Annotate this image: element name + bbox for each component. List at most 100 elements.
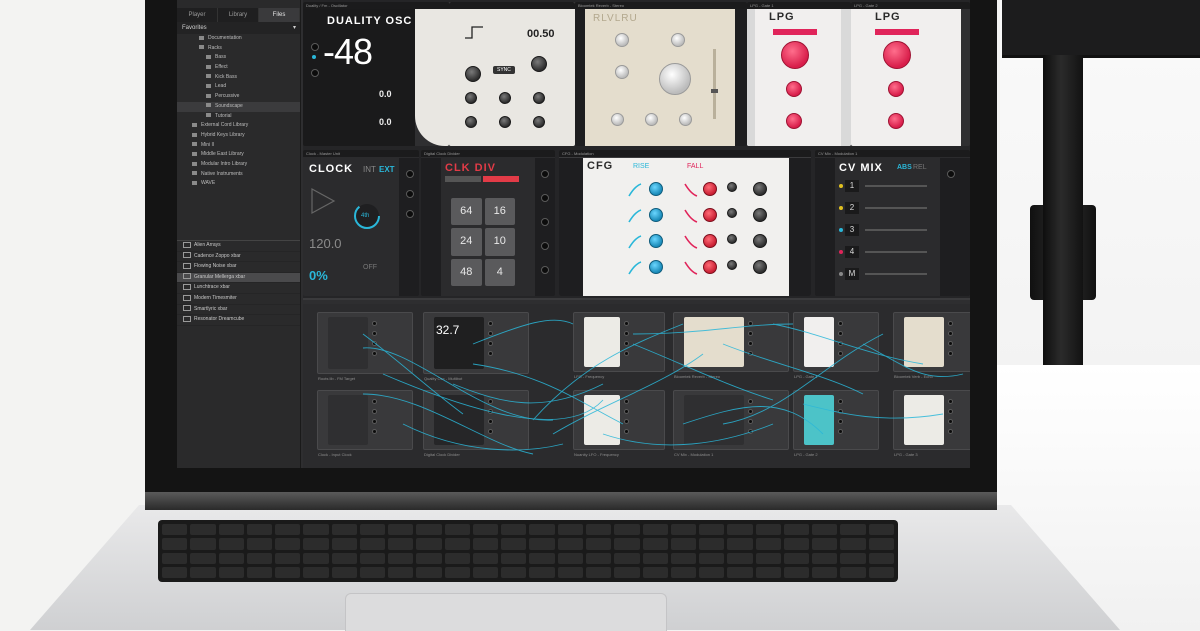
patch-port[interactable] bbox=[624, 341, 629, 346]
off-toggle[interactable]: OFF bbox=[363, 264, 377, 271]
patch-port[interactable] bbox=[372, 341, 377, 346]
resonance-knob[interactable] bbox=[786, 113, 802, 129]
module-clock-divider[interactable]: Digital Clock Divider CLK DIV 64 16 24 10 48… bbox=[421, 150, 555, 296]
decay-knob[interactable] bbox=[888, 81, 904, 97]
module-cfg[interactable]: CFG - Modulation CFG RISE FALL bbox=[559, 150, 811, 296]
cv-channel-slider[interactable] bbox=[865, 229, 927, 231]
output-jack[interactable] bbox=[406, 170, 414, 178]
patch-module[interactable]: Clock - Input Clock bbox=[317, 390, 413, 457]
output-jack[interactable] bbox=[541, 218, 549, 226]
preset-item[interactable]: Smartlyric xbar bbox=[177, 305, 300, 316]
tab-files[interactable]: Files bbox=[259, 8, 300, 22]
patch-port[interactable] bbox=[948, 341, 953, 346]
divider-pad[interactable]: 64 bbox=[451, 198, 482, 226]
patch-port[interactable] bbox=[624, 321, 629, 326]
module-cv-mix[interactable]: CV Mix - Modulation 1 CV MIX ABS REL 1 2 3… bbox=[815, 150, 970, 296]
level-knob[interactable] bbox=[883, 41, 911, 69]
patch-module[interactable]: Bloomtek Verb - Echo bbox=[893, 312, 970, 379]
favorites-header[interactable]: Favorites ▾ bbox=[177, 22, 300, 34]
int-toggle[interactable]: INT bbox=[363, 165, 376, 174]
module-lpg-1[interactable]: LPG - Gate 1 LPG bbox=[747, 2, 851, 146]
mode-badge[interactable] bbox=[483, 176, 519, 182]
preset-item[interactable]: Flowing Noise xbar bbox=[177, 262, 300, 273]
fall-time-knob[interactable] bbox=[703, 234, 717, 248]
patch-port[interactable] bbox=[624, 399, 629, 404]
divider-pad[interactable]: 16 bbox=[484, 198, 515, 226]
rel-toggle[interactable]: REL bbox=[913, 164, 927, 171]
feedback-knob[interactable] bbox=[659, 63, 691, 95]
patch-port[interactable] bbox=[838, 331, 843, 336]
rise-time-knob[interactable] bbox=[649, 182, 663, 196]
patch-port[interactable] bbox=[948, 399, 953, 404]
level-knob[interactable] bbox=[753, 234, 767, 248]
patch-port[interactable] bbox=[748, 321, 753, 326]
small-knob[interactable] bbox=[727, 260, 737, 270]
wet-slider-track[interactable] bbox=[713, 49, 716, 119]
cv-channel-slider[interactable] bbox=[865, 207, 927, 209]
offset-knob[interactable] bbox=[465, 116, 477, 128]
patch-port[interactable] bbox=[838, 419, 843, 424]
sync-button[interactable]: SYNC bbox=[493, 66, 515, 74]
level-knob[interactable] bbox=[753, 208, 767, 222]
patch-port[interactable] bbox=[488, 419, 493, 424]
tree-item[interactable]: Effect bbox=[177, 63, 300, 73]
patch-port[interactable] bbox=[748, 429, 753, 434]
fall-time-knob[interactable] bbox=[703, 260, 717, 274]
patch-port[interactable] bbox=[488, 351, 493, 356]
cv-channel-slider[interactable] bbox=[865, 185, 927, 187]
cv-channel-slider[interactable] bbox=[865, 273, 927, 275]
mode-badge[interactable] bbox=[773, 29, 817, 35]
cv-channel-slider[interactable] bbox=[865, 251, 927, 253]
play-icon[interactable] bbox=[309, 186, 337, 216]
patch-module[interactable]: LFO - Frequency bbox=[573, 312, 665, 379]
tree-item[interactable]: Hybrid Keys Library bbox=[177, 131, 300, 141]
preset-item[interactable]: Granular Mellerga xbar bbox=[177, 272, 300, 284]
chevron-down-icon[interactable]: ▾ bbox=[293, 22, 296, 34]
patch-port[interactable] bbox=[948, 409, 953, 414]
fm-knob[interactable] bbox=[465, 92, 477, 104]
output-jack[interactable] bbox=[541, 194, 549, 202]
tree-item[interactable]: Mini II bbox=[177, 141, 300, 151]
patch-port[interactable] bbox=[624, 409, 629, 414]
patch-port[interactable] bbox=[838, 341, 843, 346]
tree-item[interactable]: Kick Bass bbox=[177, 73, 300, 83]
patch-port[interactable] bbox=[624, 331, 629, 336]
tree-item[interactable]: Middle East Library bbox=[177, 150, 300, 160]
small-knob[interactable] bbox=[727, 234, 737, 244]
patch-port[interactable] bbox=[624, 351, 629, 356]
divider-pad[interactable]: 48 bbox=[451, 258, 482, 286]
module-duality-osc-panel[interactable]: 00.50 SYNC bbox=[449, 2, 575, 146]
patch-module[interactable]: LPG - Gate 2 bbox=[793, 390, 879, 457]
patch-module[interactable]: Roots lib - FM Target bbox=[317, 312, 413, 381]
diffusion-knob[interactable] bbox=[615, 33, 629, 47]
resonance-knob[interactable] bbox=[888, 113, 904, 129]
input-jack[interactable] bbox=[311, 43, 319, 51]
preset-item[interactable]: Lunchtrace xbar bbox=[177, 283, 300, 294]
patch-port[interactable] bbox=[372, 321, 377, 326]
rise-time-knob[interactable] bbox=[649, 208, 663, 222]
patch-port[interactable] bbox=[488, 341, 493, 346]
ext-toggle[interactable]: EXT bbox=[379, 165, 395, 174]
am-knob[interactable] bbox=[533, 92, 545, 104]
divider-pad[interactable]: 4 bbox=[484, 258, 515, 286]
output-jack[interactable] bbox=[406, 210, 414, 218]
patch-port[interactable] bbox=[488, 331, 493, 336]
small-knob[interactable] bbox=[727, 182, 737, 192]
output-jack[interactable] bbox=[541, 170, 549, 178]
patch-port[interactable] bbox=[838, 429, 843, 434]
tree-item[interactable]: Racks bbox=[177, 44, 300, 54]
patch-module[interactable]: LPG - Gate 1 bbox=[793, 312, 879, 379]
main-osc-knob[interactable] bbox=[531, 56, 547, 72]
mix-knob-3[interactable] bbox=[679, 113, 692, 126]
divider-pad[interactable]: 10 bbox=[484, 228, 515, 256]
tree-item[interactable]: Lead bbox=[177, 82, 300, 92]
mix-knob-1[interactable] bbox=[611, 113, 624, 126]
tab-library[interactable]: Library bbox=[218, 8, 259, 22]
decay-knob[interactable] bbox=[786, 81, 802, 97]
spread-knob[interactable] bbox=[615, 65, 629, 79]
patch-port[interactable] bbox=[488, 409, 493, 414]
patch-port[interactable] bbox=[948, 351, 953, 356]
output-jack[interactable] bbox=[541, 266, 549, 274]
patch-port[interactable] bbox=[948, 321, 953, 326]
preset-item[interactable]: Modern Timesmiter bbox=[177, 294, 300, 305]
